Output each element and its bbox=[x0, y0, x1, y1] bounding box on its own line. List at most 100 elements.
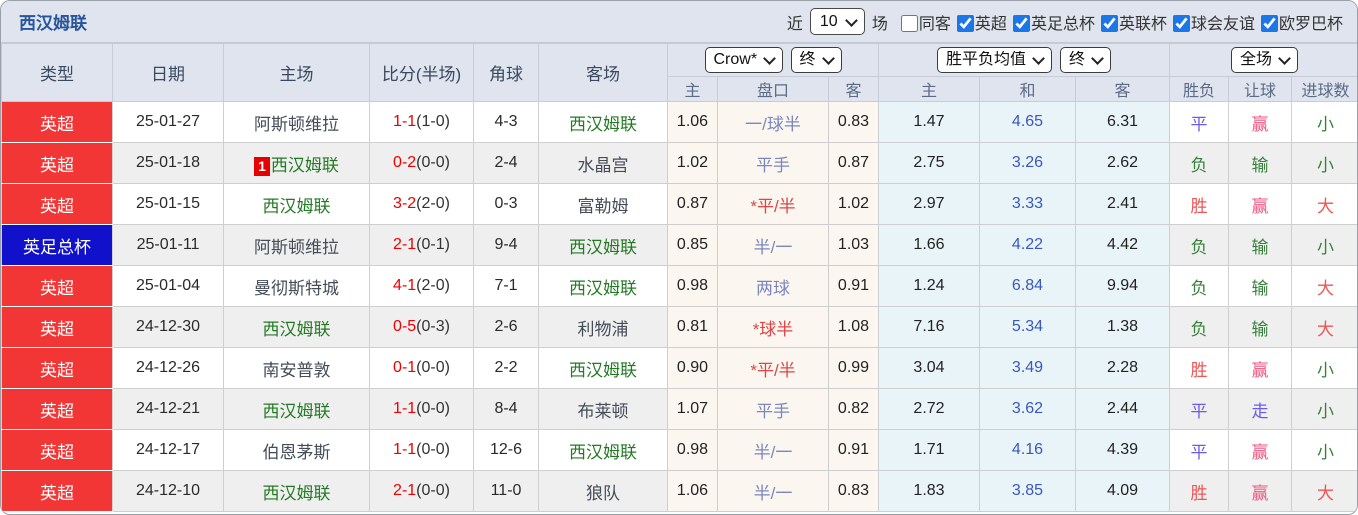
mean-draw-value: 3.26 bbox=[980, 143, 1076, 184]
result-value: 胜 bbox=[1170, 471, 1229, 512]
away-team-cell: 布莱顿 bbox=[539, 389, 668, 430]
sub-header-odds-away: 客 bbox=[829, 77, 879, 102]
away-team-cell: 西汉姆联 bbox=[539, 225, 668, 266]
odds-away-value: 1.03 bbox=[829, 225, 879, 266]
filter-checkbox-4[interactable] bbox=[1173, 15, 1190, 32]
match-date: 25-01-18 bbox=[113, 143, 224, 184]
result-value: 负 bbox=[1170, 307, 1229, 348]
topbar: 西汉姆联 近 10 场 同客英超英足总杯英联杯球会友谊欧罗巴杯 bbox=[1, 1, 1357, 43]
handicap-result-value: 赢 bbox=[1229, 471, 1292, 512]
home-team-name: 曼彻斯特城 bbox=[254, 279, 339, 298]
home-team-name: 西汉姆联 bbox=[271, 156, 339, 175]
away-team-name: 富勒姆 bbox=[578, 197, 629, 216]
match-date: 25-01-04 bbox=[113, 266, 224, 307]
matches-table-body: 英超 25-01-27 阿斯顿维拉 1-1(1-0) 4-3 西汉姆联 1.06… bbox=[2, 102, 1358, 512]
odds-home-value: 0.81 bbox=[668, 307, 718, 348]
mean-draw-value: 4.16 bbox=[980, 430, 1076, 471]
away-team-name: 西汉姆联 bbox=[569, 361, 637, 380]
mean-draw-value: 3.85 bbox=[980, 471, 1076, 512]
goals-result-value: 小 bbox=[1292, 225, 1358, 266]
score-cell: 0-2(0-0) bbox=[370, 143, 474, 184]
mean-time-select-wrap: 终 bbox=[1060, 47, 1111, 73]
handicap-line: 两球 bbox=[718, 266, 829, 307]
filter-checkbox-5[interactable] bbox=[1261, 15, 1278, 32]
handicap-line: 平手 bbox=[718, 389, 829, 430]
away-team-name: 水晶宫 bbox=[578, 156, 629, 175]
away-team-cell: 狼队 bbox=[539, 471, 668, 512]
handicap-line: *平/半 bbox=[718, 348, 829, 389]
odds-home-value: 1.06 bbox=[668, 102, 718, 143]
handicap-result-value: 赢 bbox=[1229, 348, 1292, 389]
halftime-score: (2-0) bbox=[416, 277, 450, 294]
competition-badge: 英超 bbox=[2, 348, 113, 389]
odds-away-value: 0.99 bbox=[829, 348, 879, 389]
mean-time-select[interactable]: 终 bbox=[1060, 47, 1111, 73]
odds-time-select[interactable]: 终 bbox=[791, 47, 842, 73]
match-count-select-wrap: 10 bbox=[810, 8, 865, 35]
away-team-cell: 西汉姆联 bbox=[539, 266, 668, 307]
away-team-name: 西汉姆联 bbox=[569, 238, 637, 257]
away-team-name: 西汉姆联 bbox=[569, 279, 637, 298]
goals-result-value: 小 bbox=[1292, 102, 1358, 143]
competition-badge: 英足总杯 bbox=[2, 225, 113, 266]
odds-away-value: 1.02 bbox=[829, 184, 879, 225]
table-row: 英超 25-01-15 西汉姆联 3-2(2-0) 0-3 富勒姆 0.87 *… bbox=[2, 184, 1358, 225]
odds-company-select[interactable]: Crow* bbox=[705, 47, 783, 73]
mean-home-value: 3.04 bbox=[879, 348, 980, 389]
corners-value: 2-2 bbox=[474, 348, 539, 389]
near-label: 近 bbox=[787, 10, 803, 34]
odds-home-value: 0.98 bbox=[668, 266, 718, 307]
corners-value: 2-4 bbox=[474, 143, 539, 184]
competition-badge: 英超 bbox=[2, 184, 113, 225]
match-date: 24-12-30 bbox=[113, 307, 224, 348]
mean-home-value: 2.72 bbox=[879, 389, 980, 430]
mean-draw-value: 3.49 bbox=[980, 348, 1076, 389]
score-cell: 1-1(1-0) bbox=[370, 102, 474, 143]
result-value: 平 bbox=[1170, 102, 1229, 143]
mean-away-value: 2.41 bbox=[1076, 184, 1170, 225]
handicap-result-value: 输 bbox=[1229, 307, 1292, 348]
mean-home-value: 1.24 bbox=[879, 266, 980, 307]
filter-checkbox-1[interactable] bbox=[957, 15, 974, 32]
odds-away-value: 0.91 bbox=[829, 430, 879, 471]
result-value: 负 bbox=[1170, 225, 1229, 266]
odds-home-value: 1.02 bbox=[668, 143, 718, 184]
match-stats-panel: 西汉姆联 近 10 场 同客英超英足总杯英联杯球会友谊欧罗巴杯 类型 日期 主场… bbox=[0, 0, 1358, 515]
match-date: 24-12-26 bbox=[113, 348, 224, 389]
filter-checkbox-3[interactable] bbox=[1101, 15, 1118, 32]
filter-label-5: 欧罗巴杯 bbox=[1279, 16, 1343, 33]
corners-value: 2-6 bbox=[474, 307, 539, 348]
filter-checkbox-0[interactable] bbox=[901, 15, 918, 32]
home-team-cell: 阿斯顿维拉 bbox=[224, 225, 370, 266]
scope-select[interactable]: 全场 bbox=[1231, 47, 1298, 73]
filter-label-2: 英足总杯 bbox=[1031, 16, 1095, 33]
table-row: 英超 24-12-17 伯恩茅斯 1-1(0-0) 12-6 西汉姆联 0.98… bbox=[2, 430, 1358, 471]
corners-value: 8-4 bbox=[474, 389, 539, 430]
goals-result-value: 小 bbox=[1292, 143, 1358, 184]
mean-away-value: 1.38 bbox=[1076, 307, 1170, 348]
sub-header-mean-away: 客 bbox=[1076, 77, 1170, 102]
team-title: 西汉姆联 bbox=[19, 9, 87, 34]
match-count-select[interactable]: 10 bbox=[810, 8, 865, 35]
away-team-cell: 西汉姆联 bbox=[539, 102, 668, 143]
match-date: 25-01-27 bbox=[113, 102, 224, 143]
halftime-score: (1-0) bbox=[416, 113, 450, 130]
result-value: 负 bbox=[1170, 266, 1229, 307]
mean-select[interactable]: 胜平负均值 bbox=[937, 47, 1052, 73]
table-row: 英超 24-12-21 西汉姆联 1-1(0-0) 8-4 布莱顿 1.07 平… bbox=[2, 389, 1358, 430]
goals-result-value: 小 bbox=[1292, 430, 1358, 471]
handicap-line: 平手 bbox=[718, 143, 829, 184]
fulltime-score: 0-1 bbox=[393, 359, 416, 376]
filter-checkbox-2[interactable] bbox=[1013, 15, 1030, 32]
handicap-line: 半/一 bbox=[718, 225, 829, 266]
mean-away-value: 6.31 bbox=[1076, 102, 1170, 143]
mean-away-value: 2.28 bbox=[1076, 348, 1170, 389]
match-date: 24-12-21 bbox=[113, 389, 224, 430]
odds-home-value: 0.98 bbox=[668, 430, 718, 471]
away-team-cell: 西汉姆联 bbox=[539, 348, 668, 389]
competition-badge: 英超 bbox=[2, 266, 113, 307]
score-cell: 0-1(0-0) bbox=[370, 348, 474, 389]
mean-home-value: 1.71 bbox=[879, 430, 980, 471]
mean-draw-value: 3.62 bbox=[980, 389, 1076, 430]
result-value: 平 bbox=[1170, 389, 1229, 430]
